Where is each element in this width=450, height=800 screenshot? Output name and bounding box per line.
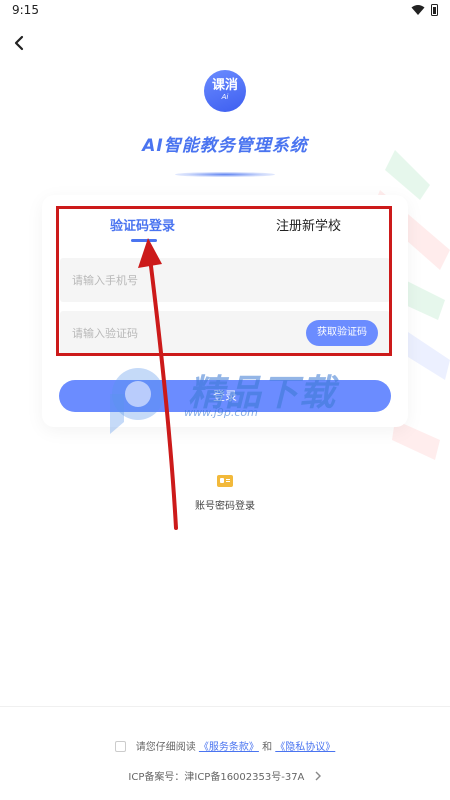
app-title: AI智能教务管理系统 [142,136,308,156]
privacy-policy-link[interactable]: 《隐私协议》 [275,742,335,753]
status-icons [411,4,438,16]
login-card: 验证码登录 注册新学校 获取验证码 登录 [42,195,408,427]
agree-checkbox[interactable] [114,741,126,752]
chevron-right-icon [315,771,321,781]
tab-sms-login[interactable]: 验证码登录 [110,215,175,234]
account-password-login[interactable]: 账号密码登录 [0,472,450,512]
footer-divider [0,706,450,707]
app-logo: 课消 Ai [204,70,246,112]
status-bar: 9:15 [0,0,450,22]
agreement-row: 请您仔细阅读 《服务条款》 和 《隐私协议》 [0,738,450,753]
status-time: 9:15 [12,3,39,17]
get-code-button[interactable]: 获取验证码 [306,320,378,346]
app-logo-text: 课消 [211,78,238,93]
wifi-icon [411,5,425,15]
chevron-left-icon [14,35,24,51]
icp-record[interactable]: ICP备案号：津ICP备16002353号-37A [0,768,450,783]
app-logo-subtext: Ai [221,93,229,101]
active-tab-indicator [131,239,157,242]
battery-icon [431,4,438,16]
agreement-prefix: 请您仔细阅读 [135,742,196,753]
terms-of-service-link[interactable]: 《服务条款》 [199,742,259,753]
id-card-icon [217,475,233,487]
login-button[interactable]: 登录 [59,380,391,412]
tab-register-school[interactable]: 注册新学校 [276,215,341,234]
icp-record-text: ICP备案号：津ICP备16002353号-37A [128,772,305,783]
account-password-login-label: 账号密码登录 [195,501,255,512]
agreement-and: 和 [262,742,273,753]
back-button[interactable] [6,30,32,56]
title-glow [175,172,275,177]
phone-input[interactable] [60,258,390,302]
